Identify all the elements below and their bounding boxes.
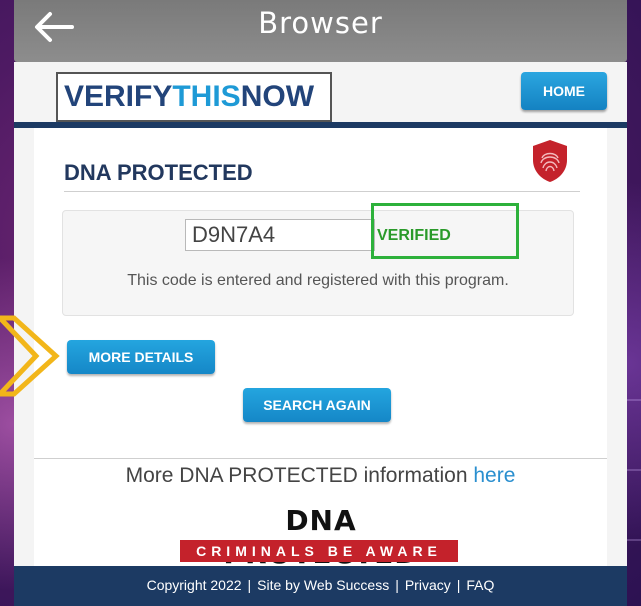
browser-toolbar: Browser: [14, 0, 627, 62]
section-divider: [34, 458, 607, 459]
logo-part-verify: VERIFY: [64, 80, 173, 113]
title-divider: [64, 191, 580, 192]
logo-part-now: NOW: [240, 80, 315, 113]
site-footer: Copyright 2022 | Site by Web Success | Priva…: [14, 566, 627, 606]
more-details-button[interactable]: MORE DETAILS: [67, 340, 215, 374]
verification-card: DNA PROTECTED VERIFIED This code is ente…: [34, 128, 607, 606]
info-here-link[interactable]: here: [473, 464, 515, 487]
footer-site-by-link[interactable]: Site by Web Success: [257, 577, 389, 593]
site-logo[interactable]: VERIFYTHISNOW: [56, 72, 332, 122]
web-page: VERIFYTHISNOW HOME DNA PROTECTED VERIFIE…: [14, 62, 627, 606]
footer-copyright: Copyright 2022: [146, 577, 242, 593]
site-header: VERIFYTHISNOW HOME: [14, 62, 627, 122]
footer-separator: |: [456, 577, 461, 593]
code-registered-note: This code is entered and registered with…: [127, 272, 509, 289]
search-again-button[interactable]: SEARCH AGAIN: [243, 388, 391, 422]
info-text: More DNA PROTECTED information: [125, 464, 474, 487]
footer-faq-link[interactable]: FAQ: [466, 577, 494, 593]
shield-icon: [533, 140, 567, 182]
footer-separator: |: [395, 577, 399, 593]
pointer-arrow-icon: [0, 315, 60, 397]
logo-part-this: THIS: [172, 80, 241, 113]
verified-status: VERIFIED: [377, 227, 451, 244]
dna-protected-logo-tagline: CRIMINALS BE AWARE: [180, 540, 458, 562]
home-button[interactable]: HOME: [521, 72, 607, 110]
footer-privacy-link[interactable]: Privacy: [405, 577, 451, 593]
footer-separator: |: [247, 577, 252, 593]
page-title: DNA PROTECTED: [64, 160, 253, 185]
browser-title: Browser: [258, 6, 383, 40]
code-input[interactable]: [185, 219, 375, 251]
info-line: More DNA PROTECTED information here: [34, 464, 607, 488]
code-result-panel: VERIFIED This code is entered and regist…: [62, 203, 574, 316]
